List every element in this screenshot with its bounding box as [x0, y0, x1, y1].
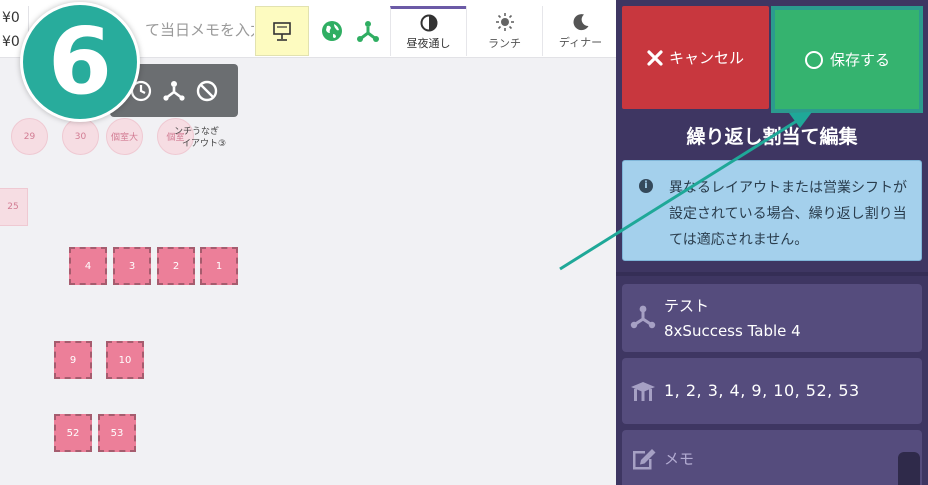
layout-icon[interactable]	[162, 80, 186, 102]
close-icon	[647, 49, 663, 66]
info-notice: i 異なるレイアウトまたは営業シフトが設定されている場合、繰り返し割り当ては適応…	[622, 160, 922, 261]
room-label-line-1: ンチうなぎ	[174, 127, 220, 137]
step-number: 6	[47, 8, 112, 115]
table-52[interactable]: 52	[54, 414, 92, 452]
save-button-label: 保存する	[829, 51, 890, 69]
circle-icon	[804, 50, 823, 69]
tab-all-day[interactable]: 昼夜通し	[390, 6, 466, 56]
table-icon	[631, 382, 655, 401]
layout-button[interactable]	[350, 6, 386, 56]
round-table-30[interactable]: 30	[62, 118, 99, 155]
room-label-line-2: イアウト③	[182, 139, 227, 149]
memo-card[interactable]: メモ	[622, 430, 922, 485]
table-53[interactable]: 53	[98, 414, 136, 452]
table-9[interactable]: 9	[54, 341, 92, 379]
room-label: ンチうなぎ イアウト③	[160, 126, 226, 150]
table-2[interactable]: 2	[157, 247, 195, 285]
display-mode-button[interactable]	[255, 6, 309, 56]
presentation-icon	[273, 22, 291, 41]
layout-name: テスト	[664, 297, 710, 315]
tab-lunch[interactable]: ランチ	[466, 6, 542, 56]
assigned-tables: 1, 2, 3, 4, 9, 10, 52, 53	[664, 381, 860, 400]
table-3[interactable]: 3	[113, 247, 151, 285]
layout-icon	[630, 305, 656, 329]
table-1[interactable]: 1	[200, 247, 238, 285]
table-4[interactable]: 4	[69, 247, 107, 285]
moon-icon	[573, 13, 588, 30]
tables-card[interactable]: 1, 2, 3, 4, 9, 10, 52, 53	[622, 358, 922, 424]
table-25[interactable]: 25	[0, 188, 28, 226]
tab-lunch-label: ランチ	[488, 36, 521, 50]
cancel-button-label: キャンセル	[668, 49, 744, 67]
info-icon: i	[639, 179, 653, 193]
info-text: 異なるレイアウトまたは営業シフトが設定されている場合、繰り返し割り当ては適応され…	[669, 180, 907, 248]
layout-card[interactable]: テスト 8xSuccess Table 4	[622, 284, 922, 352]
panel-title: 繰り返し割当て編集	[686, 126, 858, 148]
sales-total-bottom: ¥0	[2, 34, 20, 50]
panel-divider	[616, 272, 928, 276]
cancel-button[interactable]: キャンセル	[622, 6, 769, 109]
tab-all-day-label: 昼夜通し	[406, 37, 451, 50]
scroll-handle[interactable]	[898, 452, 920, 485]
step-number-badge: 6	[20, 2, 140, 122]
memo-label: メモ	[664, 450, 695, 468]
block-icon[interactable]	[196, 80, 218, 102]
tab-dinner-label: ディナー	[558, 35, 603, 49]
repeat-assignment-panel: キャンセル 保存する 繰り返し割当て編集 i 異なるレイアウトまたは営業シフトが…	[616, 0, 928, 485]
save-button[interactable]: 保存する	[771, 6, 923, 113]
half-moon-icon	[420, 14, 437, 32]
round-table-29[interactable]: 29	[11, 118, 48, 155]
sun-icon	[495, 12, 514, 31]
layout-sub: 8xSuccess Table 4	[664, 322, 801, 340]
globe-button[interactable]	[316, 6, 348, 56]
edit-icon	[633, 449, 656, 470]
tab-dinner[interactable]: ディナー	[542, 6, 618, 56]
layout-icon	[357, 21, 379, 42]
table-10[interactable]: 10	[106, 341, 144, 379]
sales-total-top: ¥0	[2, 10, 20, 26]
round-table-private-large[interactable]: 個室大	[106, 118, 143, 155]
globe-icon	[322, 21, 342, 41]
